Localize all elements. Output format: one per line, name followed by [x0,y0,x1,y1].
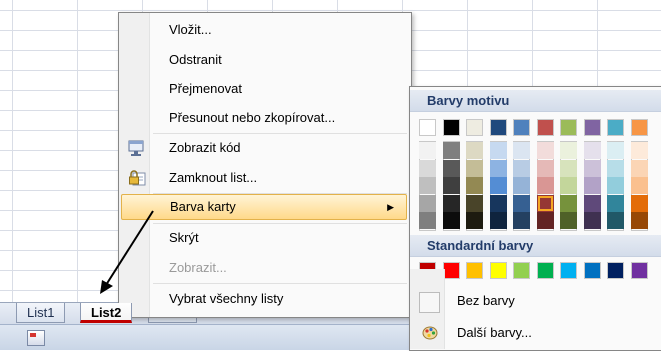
annotation-arrow [100,210,154,294]
sheet-tab-list2[interactable]: List2 [80,303,133,323]
